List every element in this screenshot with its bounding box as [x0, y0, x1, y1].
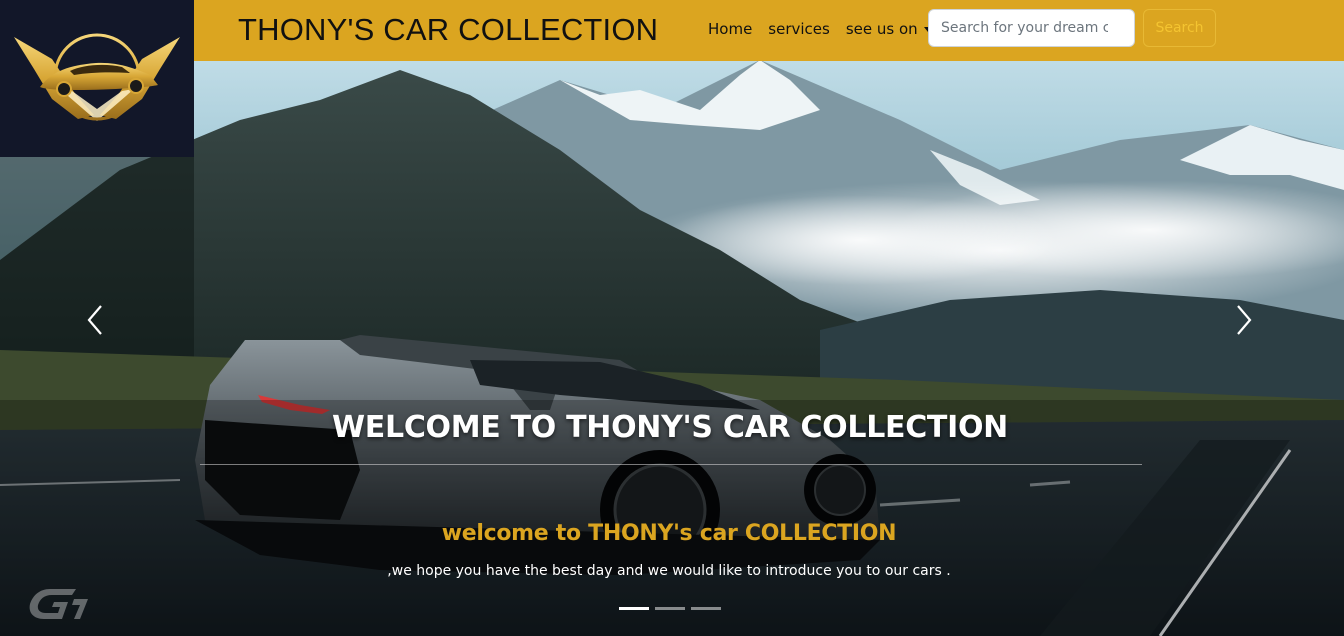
- hero-title: WELCOME TO THONY'S CAR COLLECTION: [332, 410, 1008, 445]
- chevron-left-icon: [87, 305, 102, 335]
- logo[interactable]: [0, 0, 194, 157]
- search-input[interactable]: [928, 9, 1135, 47]
- nav-link-home[interactable]: Home: [708, 20, 752, 38]
- car-emblem-logo: [14, 33, 180, 121]
- chevron-right-icon: [1237, 305, 1252, 335]
- navbar: THONY'S CAR COLLECTION Home services see…: [194, 0, 1344, 61]
- carousel-indicator-1[interactable]: [619, 607, 649, 610]
- caption-divider: [200, 464, 1142, 465]
- carousel-indicator-2[interactable]: [655, 607, 685, 610]
- nav-dropdown-label: see us on: [845, 20, 918, 38]
- nav-links: Home services see us on: [708, 20, 948, 38]
- brand-title[interactable]: THONY'S CAR COLLECTION: [238, 12, 658, 48]
- hero-subtitle: welcome to THONY's car COLLECTION: [441, 521, 897, 546]
- carousel-indicator-3[interactable]: [691, 607, 721, 610]
- hero-text: ,we hope you have the best day and we wo…: [387, 563, 951, 579]
- search-button[interactable]: Search: [1143, 9, 1216, 47]
- carousel-indicators: [619, 607, 721, 610]
- nav-link-services[interactable]: services: [768, 20, 830, 38]
- nav-dropdown-see-us-on[interactable]: see us on: [846, 20, 932, 38]
- gt-logo: [28, 585, 88, 623]
- carousel-next-button[interactable]: [1224, 300, 1264, 340]
- carousel-prev-button[interactable]: [75, 300, 115, 340]
